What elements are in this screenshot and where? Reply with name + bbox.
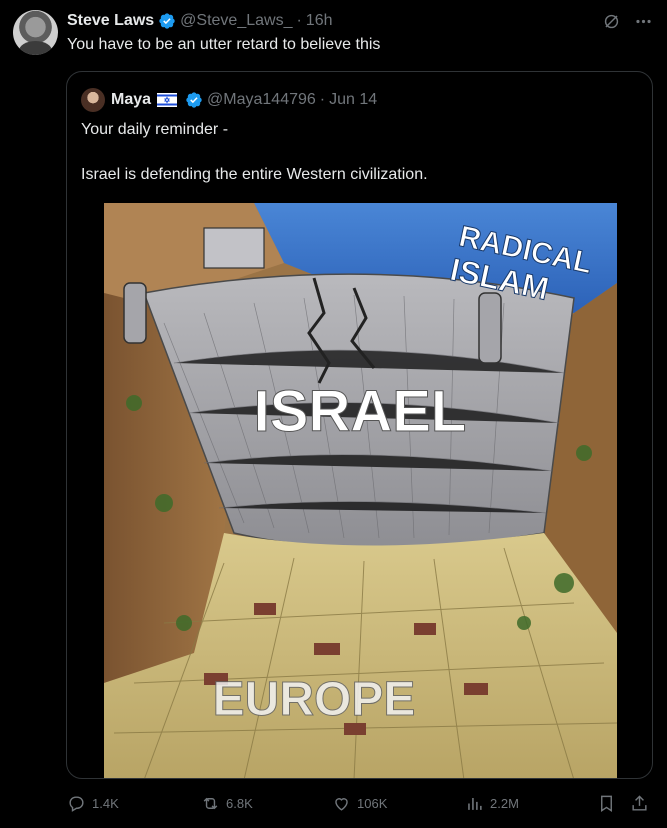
israel-flag-icon — [157, 93, 178, 107]
reply-button[interactable]: 1.4K — [67, 794, 119, 813]
right-tower — [478, 292, 502, 364]
quoted-text-line-1: Your daily reminder - — [81, 121, 229, 138]
reply-count: 1.4K — [92, 796, 119, 811]
reply-icon — [69, 796, 84, 812]
author-handle[interactable]: @Steve_Laws_ — [180, 12, 292, 30]
action-bar: 1.4K 6.8K 106K 2.2M — [0, 790, 667, 820]
author-avatar[interactable] — [13, 10, 58, 55]
post-top-actions — [601, 11, 653, 31]
dam-structures — [203, 227, 265, 269]
quoted-author-handle: @Maya144796 — [207, 91, 316, 108]
post: Steve Laws @Steve_Laws_ · 16h You have t… — [0, 0, 667, 828]
like-button[interactable]: 106K — [332, 794, 387, 813]
post-text: You have to be an utter retard to believ… — [67, 36, 381, 53]
quoted-author-avatar — [81, 88, 105, 112]
author-name[interactable]: Steve Laws — [67, 12, 154, 30]
label-europe: EUROPE — [213, 673, 416, 726]
quoted-text-line-2: Israel is defending the entire Western c… — [81, 166, 428, 183]
left-tower — [123, 282, 147, 344]
grok-icon[interactable] — [601, 11, 621, 31]
share-icon — [632, 795, 647, 811]
views-button[interactable]: 2.2M — [465, 794, 519, 813]
separator: · — [319, 91, 326, 108]
share-button[interactable] — [630, 794, 649, 813]
like-count: 106K — [357, 796, 388, 811]
repost-icon — [203, 797, 218, 810]
repost-count: 6.8K — [226, 796, 253, 811]
quoted-author-name: Maya — [111, 91, 152, 108]
repost-button[interactable]: 6.8K — [201, 794, 253, 813]
quoted-post-header: Maya @Maya144796 · Jun 14 — [81, 88, 378, 112]
verified-badge-icon — [158, 12, 176, 30]
separator: · — [296, 12, 302, 29]
post-time[interactable]: 16h — [306, 12, 333, 30]
views-count: 2.2M — [490, 796, 519, 811]
post-header: Steve Laws @Steve_Laws_ · 16h — [67, 11, 333, 31]
quoted-post-time: Jun 14 — [329, 91, 378, 108]
label-israel: ISRAEL — [254, 379, 467, 444]
bookmark-button[interactable] — [597, 794, 616, 813]
quoted-post[interactable]: Maya @Maya144796 · Jun 14 Your daily rem… — [66, 71, 653, 779]
verified-badge-icon — [185, 91, 203, 109]
quoted-image[interactable]: RADICAL ISLAM ISRAEL EUROPE — [104, 203, 617, 778]
more-icon[interactable] — [633, 11, 653, 31]
views-icon — [468, 797, 482, 810]
bookmark-icon — [601, 795, 612, 812]
like-icon — [335, 798, 348, 811]
